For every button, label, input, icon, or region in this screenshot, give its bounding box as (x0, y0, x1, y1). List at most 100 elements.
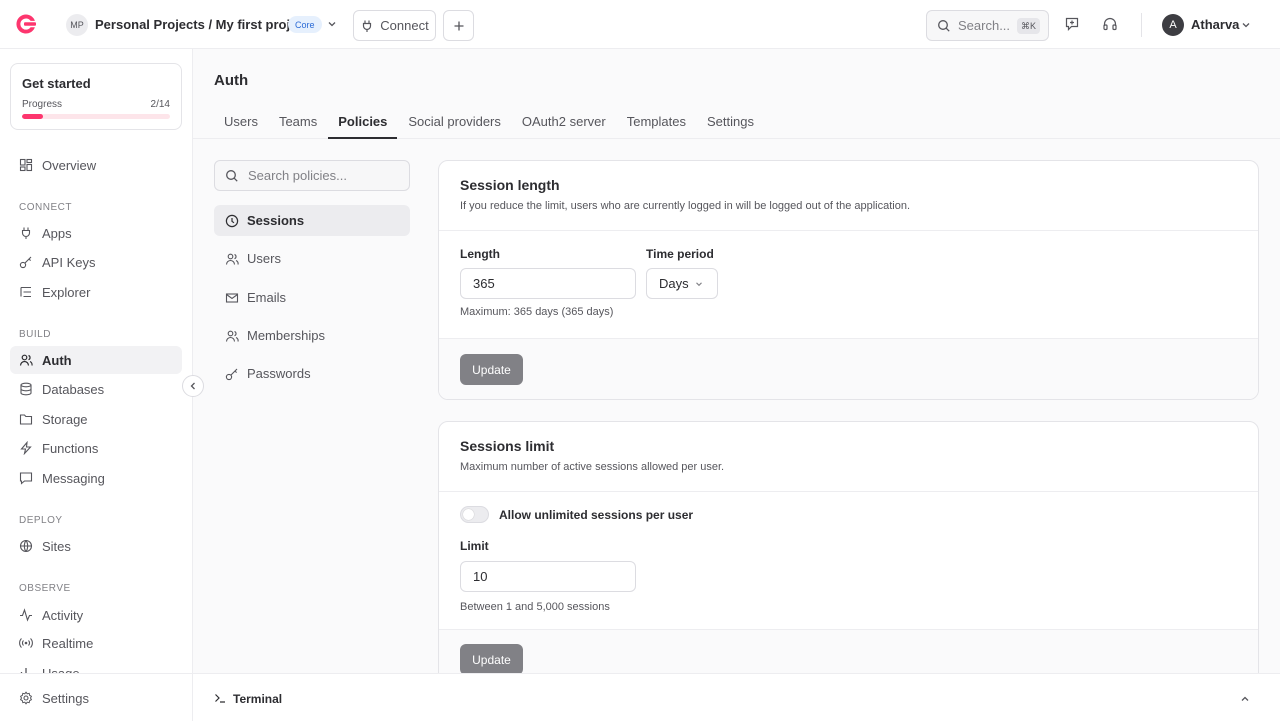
collapse-sidebar-button[interactable] (182, 375, 204, 397)
sidebar-item-label: Overview (42, 157, 97, 173)
global-search[interactable]: Search... ⌘K (926, 10, 1049, 41)
terminal-bar[interactable]: Terminal (193, 673, 1280, 721)
key-icon (19, 255, 33, 269)
feedback-icon[interactable] (1064, 16, 1080, 32)
project-breadcrumb[interactable]: Personal Projects / My first project (95, 17, 309, 32)
card-description: If you reduce the limit, users who are c… (460, 200, 911, 212)
sidebar-item-label: Apps (42, 225, 72, 241)
tab-settings[interactable]: Settings (697, 112, 764, 139)
search-icon (225, 169, 239, 183)
time-period-label: Time period (646, 247, 714, 261)
headset-support-icon[interactable] (1102, 16, 1118, 32)
sidebar-item-realtime[interactable]: Realtime (10, 629, 182, 657)
user-group-icon (225, 329, 239, 343)
limit-help: Between 1 and 5,000 sessions (460, 601, 610, 613)
length-input[interactable]: 365 (460, 268, 636, 299)
sidebar-item-api-keys[interactable]: API Keys (10, 248, 182, 276)
sidebar-item-settings[interactable]: Settings (10, 684, 182, 712)
sidebar-item-auth[interactable]: Auth (10, 346, 182, 374)
update-button[interactable]: Update (460, 354, 523, 385)
length-label: Length (460, 247, 500, 261)
connect-button[interactable]: Connect (353, 10, 436, 41)
card-title: Session length (460, 177, 560, 193)
plug-icon (19, 226, 33, 240)
section-build: BUILD (19, 329, 51, 340)
sidebar-item-functions[interactable]: Functions (10, 434, 182, 462)
chevron-down-icon[interactable] (1240, 19, 1252, 31)
sidebar-item-label: Messaging (42, 470, 105, 486)
sidebar-item-databases[interactable]: Databases (10, 375, 182, 403)
policy-nav-memberships[interactable]: Memberships (214, 320, 410, 351)
sidebar-item-label: Auth (42, 352, 72, 368)
plus-icon (452, 19, 466, 33)
lightning-icon (19, 441, 33, 455)
appwrite-logo-icon[interactable] (14, 12, 38, 36)
sidebar-item-label: API Keys (42, 254, 96, 270)
terminal-icon (214, 692, 226, 704)
limit-label: Limit (460, 539, 489, 553)
policy-nav-users[interactable]: Users (214, 243, 410, 274)
sessions-limit-card: Sessions limit Maximum number of active … (438, 421, 1259, 691)
policy-search-input[interactable]: Search policies... (214, 160, 410, 191)
policy-nav-sessions[interactable]: Sessions (214, 205, 410, 236)
chevron-up-icon[interactable] (1239, 693, 1251, 705)
search-shortcut: ⌘K (1016, 18, 1040, 34)
tabs: Users Teams Policies Social providers OA… (214, 112, 765, 139)
progress-bar-fill (22, 114, 44, 119)
sidebar-item-label: Databases (42, 381, 105, 397)
key-icon (225, 367, 239, 381)
gear-icon (19, 691, 33, 705)
page-header: Auth Users Teams Policies Social provide… (193, 49, 1280, 139)
tab-teams[interactable]: Teams (269, 112, 327, 139)
time-period-select[interactable]: Days (646, 268, 718, 299)
unlimited-sessions-toggle[interactable] (460, 506, 489, 523)
policy-nav-passwords[interactable]: Passwords (214, 358, 410, 389)
users-icon (19, 353, 33, 367)
user-avatar[interactable]: A (1162, 14, 1184, 36)
search-placeholder: Search... (958, 18, 1011, 33)
user-name[interactable]: Atharva (1191, 17, 1239, 32)
sidebar-item-label: Functions (42, 440, 99, 456)
mail-icon (225, 291, 239, 305)
chevron-left-icon (188, 381, 198, 391)
sidebar-item-explorer[interactable]: Explorer (10, 278, 182, 306)
tab-templates[interactable]: Templates (617, 112, 696, 139)
chevron-down-icon[interactable] (326, 18, 338, 30)
clock-icon (225, 214, 239, 228)
chevron-down-icon (694, 279, 704, 289)
plug-icon (360, 19, 374, 33)
add-button[interactable] (443, 10, 474, 41)
tab-oauth2-server[interactable]: OAuth2 server (512, 112, 616, 139)
limit-input[interactable]: 10 (460, 561, 636, 592)
terminal-label: Terminal (233, 692, 283, 706)
activity-icon (19, 608, 33, 622)
progress-label: Progress (22, 99, 63, 110)
tab-users[interactable]: Users (214, 112, 268, 139)
sidebar-item-messaging[interactable]: Messaging (10, 464, 182, 492)
card-footer: Update (439, 338, 1258, 399)
policy-nav-label: Sessions (247, 213, 305, 228)
project-avatar[interactable]: MP (66, 14, 88, 36)
divider (439, 491, 1258, 492)
sidebar-item-overview[interactable]: Overview (10, 151, 182, 179)
card-description: Maximum number of active sessions allowe… (460, 461, 725, 473)
update-button[interactable]: Update (460, 644, 523, 675)
sidebar-item-apps[interactable]: Apps (10, 219, 182, 247)
divider (439, 230, 1258, 231)
top-bar: MP Personal Projects / My first project … (0, 0, 1280, 49)
sidebar-item-label: Sites (42, 538, 71, 554)
sidebar-item-label: Activity (42, 607, 84, 623)
tab-policies[interactable]: Policies (328, 112, 398, 139)
sidebar-item-activity[interactable]: Activity (10, 601, 182, 629)
sidebar-item-label: Explorer (42, 284, 91, 300)
progress-count: 2/14 (150, 99, 170, 110)
sidebar: Get started Progress 2/14 Overview CONNE… (0, 49, 193, 721)
policy-search-placeholder: Search policies... (248, 168, 347, 183)
database-icon (19, 382, 33, 396)
policy-nav-emails[interactable]: Emails (214, 282, 410, 313)
length-help: Maximum: 365 days (365 days) (460, 306, 614, 318)
get-started-card[interactable]: Get started Progress 2/14 (10, 63, 182, 130)
sidebar-item-storage[interactable]: Storage (10, 405, 182, 433)
tab-social-providers[interactable]: Social providers (398, 112, 511, 139)
sidebar-item-sites[interactable]: Sites (10, 532, 182, 560)
